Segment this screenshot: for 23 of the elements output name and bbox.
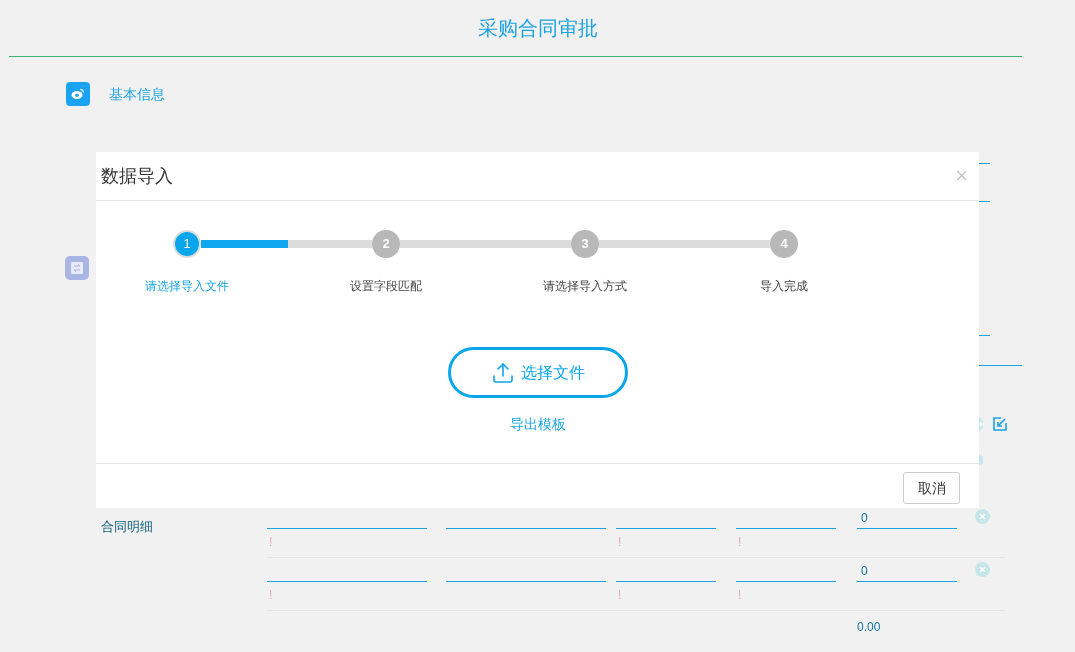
required-mark: ! — [269, 535, 273, 549]
step-label: 请选择导入文件 — [145, 279, 229, 293]
required-mark: ! — [738, 535, 742, 549]
page-title: 采购合同审批 — [477, 16, 598, 41]
export-template-link[interactable]: 导出模板 — [509, 414, 566, 434]
required-mark: ! — [618, 535, 622, 549]
required-mark: ! — [738, 588, 742, 602]
total-amount: 0.00 — [857, 620, 881, 634]
choose-file-button[interactable]: 选择文件 — [447, 347, 628, 398]
step-label: 请选择导入方式 — [543, 279, 627, 293]
required-mark: ! — [269, 588, 273, 602]
step-label: 设置字段匹配 — [350, 279, 422, 293]
edit-icon[interactable] — [993, 417, 1007, 431]
step-label: 导入完成 — [760, 279, 808, 293]
required-mark: ! — [618, 588, 622, 602]
cancel-button[interactable]: 取消 — [903, 472, 960, 504]
upload-icon — [490, 360, 515, 385]
dialog-title: 数据导入 — [101, 164, 173, 188]
input-field[interactable]: 0 — [857, 558, 957, 582]
section-title: 基本信息 — [109, 84, 165, 104]
section-title: 合同明细 — [101, 519, 153, 534]
section-icon — [65, 256, 89, 280]
section-icon — [66, 82, 90, 106]
